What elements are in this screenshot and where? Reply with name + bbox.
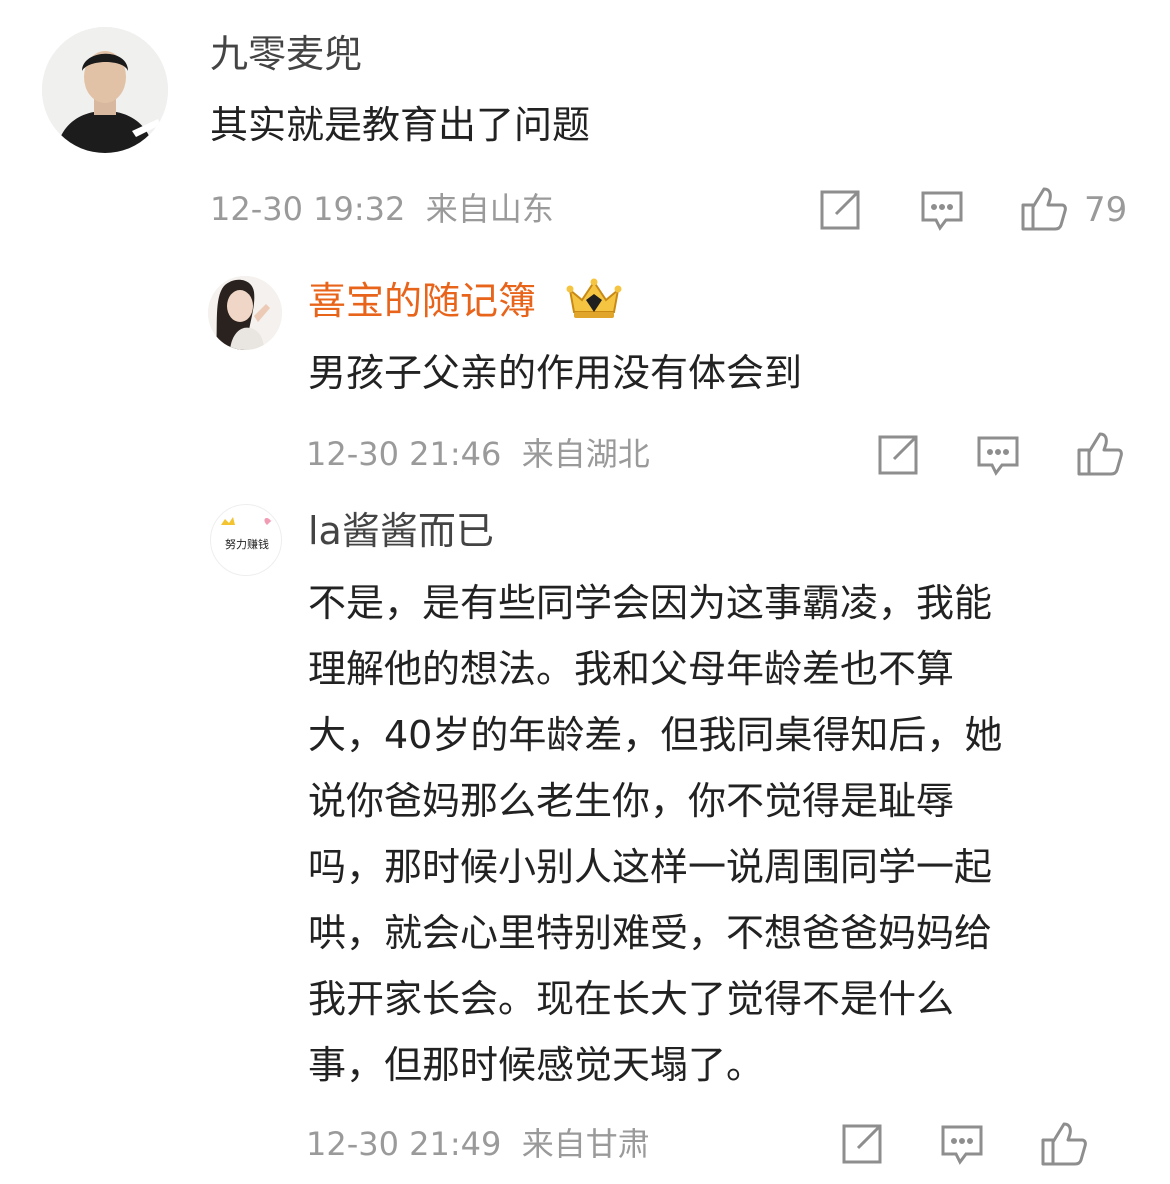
comment-text: 不是，是有些同学会因为这事霸凌，我能 理解他的想法。我和父母年龄差也不算 大，4… xyxy=(308,570,1138,1098)
comment-meta: 12-30 21:46 来自湖北 xyxy=(306,434,650,474)
comment-icon[interactable] xyxy=(976,435,1020,477)
location: 来自甘肃 xyxy=(521,1125,650,1163)
comment-text-line: 吗，那时候小别人这样一说周围同学一起 xyxy=(308,845,993,889)
like-count: 79 xyxy=(1084,190,1128,230)
username[interactable]: 喜宝的随记簿 xyxy=(308,278,536,324)
comment-text-line: 哄，就会心里特别难受，不想爸爸妈妈给 xyxy=(308,911,993,955)
comment-text-line: 事，但那时候感觉天塌了。 xyxy=(308,1043,765,1087)
comment-text-line: 说你爸妈那么老生你，你不觉得是耻辱 xyxy=(308,779,955,823)
thumbs-up-icon[interactable] xyxy=(1040,1120,1088,1168)
comment-text-line: 大，40岁的年龄差，但我同桌得知后，她 xyxy=(308,713,1003,757)
comment-icon[interactable] xyxy=(940,1124,984,1166)
avatar[interactable] xyxy=(42,27,168,153)
thumbs-up-icon[interactable] xyxy=(1076,430,1124,478)
location: 来自山东 xyxy=(425,190,554,228)
avatar[interactable]: 努力赚钱 xyxy=(210,504,282,576)
crown-badge xyxy=(566,278,622,320)
comment-text-line: 我开家长会。现在长大了觉得不是什么 xyxy=(308,977,955,1021)
timestamp: 12-30 21:46 xyxy=(306,435,502,473)
timestamp: 12-30 19:32 xyxy=(210,190,406,228)
username[interactable]: 九零麦兜 xyxy=(210,31,362,77)
avatar-text: 努力赚钱 xyxy=(225,537,269,551)
share-icon[interactable] xyxy=(876,433,920,477)
comment-meta: 12-30 21:49 来自甘肃 xyxy=(306,1124,650,1164)
comment-text: 男孩子父亲的作用没有体会到 xyxy=(308,351,803,395)
comment-text-line: 不是，是有些同学会因为这事霸凌，我能 xyxy=(308,581,993,625)
comment-icon[interactable] xyxy=(920,190,964,232)
thumbs-up-icon[interactable] xyxy=(1020,185,1068,233)
share-icon[interactable] xyxy=(818,188,862,232)
comment-text-line: 理解他的想法。我和父母年龄差也不算 xyxy=(308,647,955,691)
avatar[interactable] xyxy=(208,276,282,350)
comment-text: 其实就是教育出了问题 xyxy=(210,103,591,147)
timestamp: 12-30 21:49 xyxy=(306,1125,502,1163)
location: 来自湖北 xyxy=(521,435,650,473)
comment-meta: 12-30 19:32 来自山东 xyxy=(210,189,554,229)
share-icon[interactable] xyxy=(840,1122,884,1166)
username[interactable]: la酱酱而已 xyxy=(308,508,494,554)
